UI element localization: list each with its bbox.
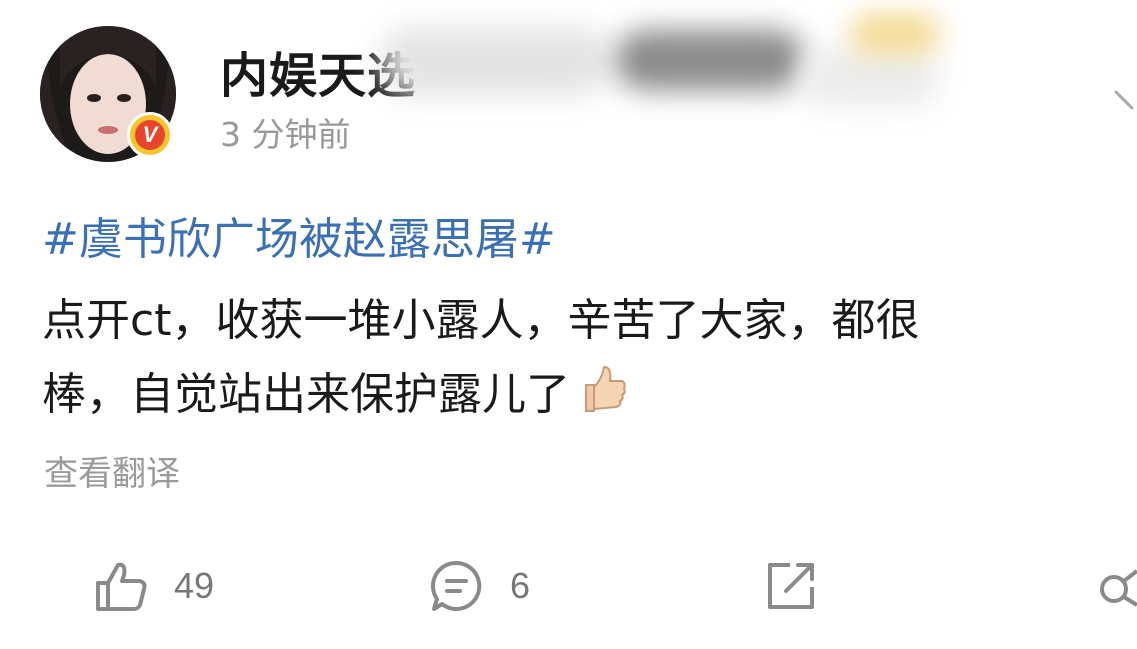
more-share-button[interactable] xyxy=(1094,556,1137,616)
comment-count: 6 xyxy=(510,565,531,606)
more-icon xyxy=(1100,569,1137,607)
post-time: 3 分钟前 xyxy=(220,115,351,154)
redaction-blur xyxy=(800,48,940,108)
comment-icon xyxy=(431,560,482,611)
chevron-down-icon[interactable] xyxy=(1112,86,1137,116)
share-icon xyxy=(768,563,814,609)
post-body-text: 棒，自觉站出来保护露儿了 xyxy=(42,369,570,420)
redaction-blur xyxy=(615,30,805,90)
like-button[interactable]: 49 xyxy=(92,556,214,616)
like-count: 49 xyxy=(174,565,215,606)
verified-v-icon: V xyxy=(135,120,165,150)
redaction-blur xyxy=(850,14,940,54)
post-body-line: 点开ct，收获一堆小露人，辛苦了大家，都很 xyxy=(42,295,920,346)
verified-badge: V xyxy=(127,112,173,158)
weibo-post-card: V 内娱天选 3 分钟前 #虞书欣广场被赵露思屠# 点开ct，收获一堆小露人，辛… xyxy=(0,0,1137,649)
topic-hashtag[interactable]: #虞书欣广场被赵露思屠# xyxy=(42,203,556,267)
like-icon xyxy=(96,562,147,611)
post-body-line: 棒，自觉站出来保护露儿了 xyxy=(42,358,1132,432)
share-button[interactable] xyxy=(762,556,820,616)
post-body: 点开ct，收获一堆小露人，辛苦了大家，都很 棒，自觉站出来保护露儿了 xyxy=(42,284,1132,432)
thumbs-up-emoji xyxy=(585,366,626,412)
redaction-blur xyxy=(380,26,610,96)
translate-link[interactable]: 查看翻译 xyxy=(44,446,180,495)
comment-button[interactable]: 6 xyxy=(428,556,530,616)
